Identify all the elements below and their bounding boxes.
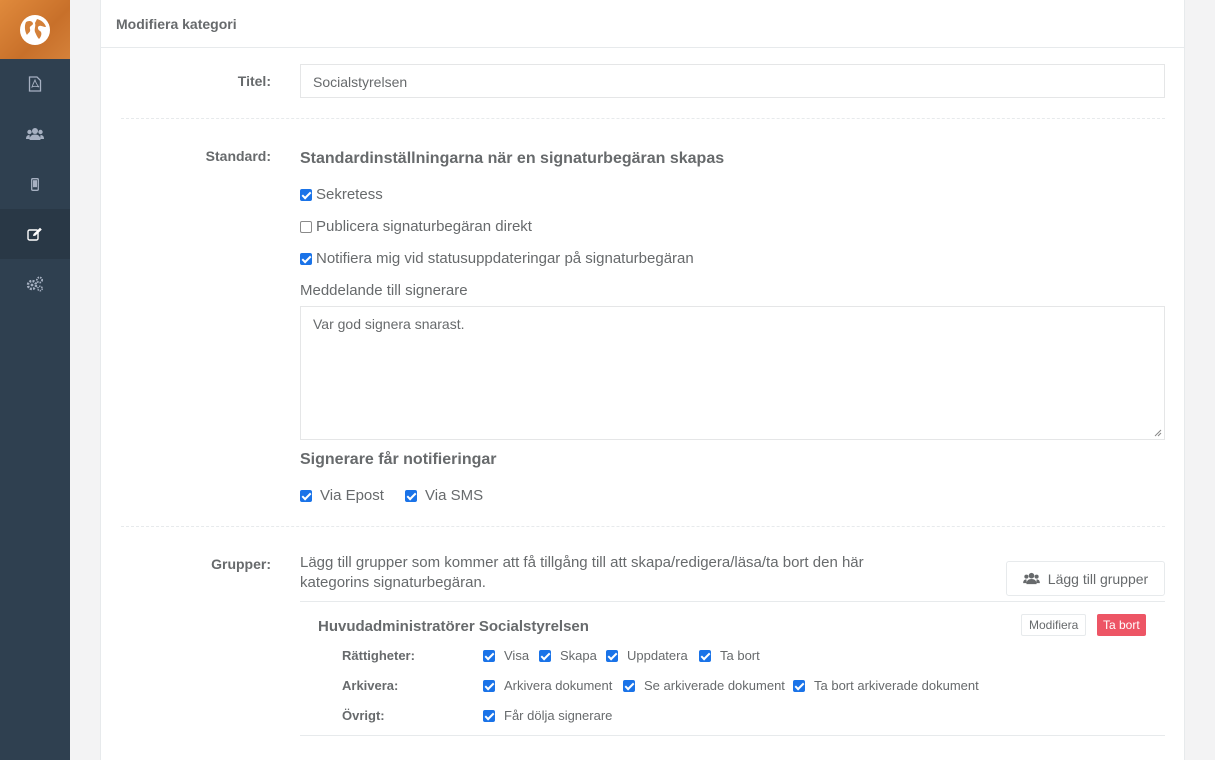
permission-label: Visa [504, 648, 530, 663]
checkbox-checked[interactable] [793, 679, 805, 692]
add-groups-button[interactable]: Lägg till grupper [1006, 561, 1165, 596]
permission-label: Ta bort arkiverade dokument [814, 678, 979, 693]
title-input[interactable]: Socialstyrelsen [300, 64, 1165, 98]
nav-item-categories[interactable] [0, 209, 70, 259]
permission-hide-signers[interactable]: Får dölja signerare [483, 708, 612, 723]
message-textarea[interactable]: Var god signera snarast. [300, 306, 1165, 440]
checkbox-checked[interactable] [606, 649, 618, 662]
add-groups-label: Lägg till grupper [1047, 570, 1149, 587]
permission-delete[interactable]: Ta bort [699, 648, 760, 663]
message-label: Meddelande till signerare [300, 282, 468, 299]
nav-item-documents[interactable] [0, 59, 70, 109]
checkbox-checked[interactable] [405, 489, 417, 502]
option-label: Sekretess [316, 186, 383, 203]
checkbox-checked[interactable] [300, 188, 312, 201]
option-label: Via Epost [320, 487, 384, 504]
permission-label: Skapa [560, 648, 597, 663]
checkbox-checked[interactable] [300, 489, 312, 502]
permission-label: Får dölja signerare [504, 708, 613, 723]
permission-create[interactable]: Skapa [539, 648, 597, 663]
mobile-icon [31, 177, 39, 191]
checkbox-checked[interactable] [483, 679, 495, 692]
edit-icon [27, 227, 42, 241]
standard-heading: Standardinställningarna när en signaturb… [300, 150, 725, 167]
delete-group-button[interactable]: Ta bort [1097, 614, 1146, 636]
logo[interactable] [0, 0, 70, 59]
panel-title: Modifiera kategori [101, 0, 1184, 48]
permission-label: Se arkiverade dokument [644, 678, 785, 693]
resize-grip-icon[interactable] [1154, 429, 1162, 437]
archive-label: Arkivera: [342, 678, 399, 693]
groups-label: Grupper: [211, 556, 271, 572]
checkbox-checked[interactable] [539, 649, 551, 662]
permission-delete-archived[interactable]: Ta bort arkiverade dokument [793, 678, 979, 693]
divider [121, 118, 1165, 119]
option-publish-directly[interactable]: Publicera signaturbegäran direkt [300, 218, 532, 235]
nav-item-settings[interactable] [0, 259, 70, 309]
option-label: Notifiera mig vid statusuppdateringar på… [316, 250, 694, 267]
divider [121, 526, 1165, 527]
notify-heading: Signerare får notifieringar [300, 451, 497, 468]
checkbox-checked[interactable] [483, 709, 495, 722]
notify-sms[interactable]: Via SMS [405, 487, 483, 504]
permission-view[interactable]: Visa [483, 648, 529, 663]
group-card: Huvudadministratörer Socialstyrelsen Mod… [300, 601, 1165, 736]
modify-group-button[interactable]: Modifiera [1021, 614, 1087, 636]
message-text: Var god signera snarast. [313, 316, 465, 332]
rights-label: Rättigheter: [342, 648, 415, 663]
groups-description: Lägg till grupper som kommer att få till… [300, 554, 864, 591]
edit-category-panel: Modifiera kategori Titel: Socialstyrelse… [100, 0, 1185, 760]
checkbox-checked[interactable] [699, 649, 711, 662]
checkbox-unchecked[interactable] [300, 220, 312, 233]
users-icon [26, 128, 44, 140]
group-name: Huvudadministratörer Socialstyrelsen [318, 618, 589, 635]
permission-archive[interactable]: Arkivera dokument [483, 678, 612, 693]
title-label: Titel: [237, 73, 271, 89]
nav-item-users[interactable] [0, 109, 70, 159]
globe-icon [20, 14, 50, 45]
checkbox-checked[interactable] [483, 649, 495, 662]
permission-label: Uppdatera [627, 648, 688, 663]
option-confidentiality[interactable]: Sekretess [300, 186, 383, 203]
option-label: Publicera signaturbegäran direkt [316, 218, 532, 235]
checkbox-checked[interactable] [623, 679, 635, 692]
users-icon [1022, 572, 1040, 585]
pdf-file-icon [28, 76, 42, 92]
notify-email[interactable]: Via Epost [300, 487, 384, 504]
cogs-icon [26, 276, 44, 292]
checkbox-checked[interactable] [300, 252, 312, 265]
permission-update[interactable]: Uppdatera [606, 648, 688, 663]
standard-label: Standard: [205, 148, 271, 164]
sidebar [0, 0, 70, 760]
permission-view-archived[interactable]: Se arkiverade dokument [623, 678, 785, 693]
permission-label: Arkivera dokument [504, 678, 613, 693]
nav-item-mobile[interactable] [0, 159, 70, 209]
permission-label: Ta bort [720, 648, 760, 663]
other-label: Övrigt: [342, 708, 385, 723]
option-notify-me[interactable]: Notifiera mig vid statusuppdateringar på… [300, 250, 694, 267]
option-label: Via SMS [425, 487, 484, 504]
